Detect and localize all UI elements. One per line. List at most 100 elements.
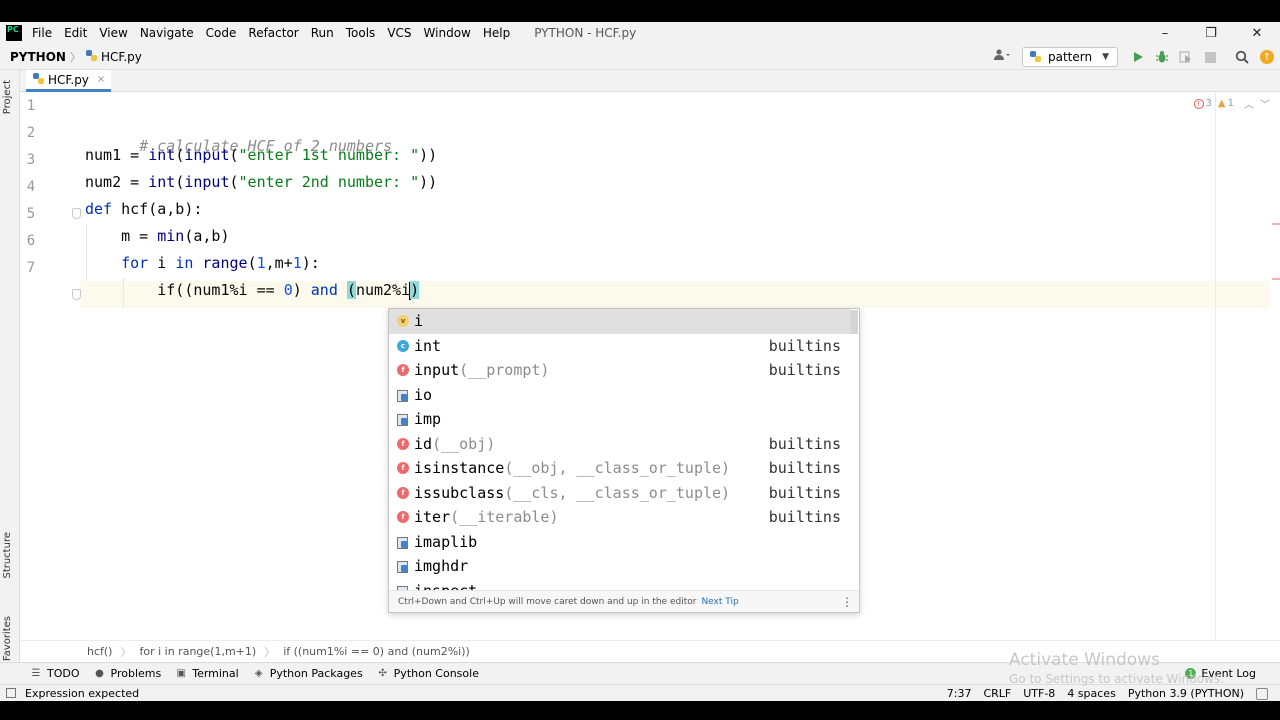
error-stripe-mark[interactable] xyxy=(1272,223,1280,225)
completion-item[interactable]: f isinstance (__obj, __class_or_tuple) bu… xyxy=(389,456,851,481)
menu-code[interactable]: Code xyxy=(206,26,237,40)
completion-type: builtins xyxy=(768,361,841,380)
completion-item[interactable]: f input (__prompt) builtins xyxy=(389,358,851,383)
run-button[interactable] xyxy=(1126,45,1150,69)
left-tool-stripe: Project Structure Favorites xyxy=(0,70,20,685)
string-token: "enter 2nd number: " xyxy=(238,173,420,191)
python-interpreter[interactable]: Python 3.9 (PYTHON) xyxy=(1128,687,1244,700)
completion-item[interactable]: imaplib xyxy=(389,530,851,555)
completion-item[interactable]: v i xyxy=(389,309,851,334)
keyword-token: in xyxy=(175,254,194,272)
menu-window[interactable]: Window xyxy=(424,26,471,40)
packages-icon: ◈ xyxy=(254,668,263,679)
menu-file[interactable]: File xyxy=(32,26,52,40)
file-encoding[interactable]: UTF-8 xyxy=(1023,687,1055,700)
code-token: input xyxy=(184,146,230,164)
keyword-token: def xyxy=(85,200,113,218)
menu-edit[interactable]: Edit xyxy=(64,26,87,40)
favorites-tool-tab[interactable]: Favorites xyxy=(2,616,13,661)
update-icon[interactable]: ↑ xyxy=(1260,50,1274,64)
fold-marker-icon[interactable] xyxy=(72,289,81,300)
completion-type: builtins xyxy=(768,508,841,527)
completion-signature: (__cls, __class_or_tuple) xyxy=(504,483,731,502)
nav-project[interactable]: PYTHON xyxy=(10,50,66,64)
module-icon xyxy=(397,560,409,574)
python-packages-tool-button[interactable]: ◈ Python Packages xyxy=(253,667,363,680)
status-toggle-icon[interactable] xyxy=(6,688,16,698)
code-token: ,m+ xyxy=(265,254,293,272)
error-icon: ! xyxy=(1193,98,1204,109)
code-token: num1 = xyxy=(85,146,149,164)
popup-scrollbar[interactable] xyxy=(850,310,858,334)
completion-name: input xyxy=(414,361,460,380)
completion-item[interactable]: c int builtins xyxy=(389,334,851,359)
completion-item[interactable]: f issubclass (__cls, __class_or_tuple) bu… xyxy=(389,481,851,506)
line-number: 2 xyxy=(26,125,36,141)
menu-view[interactable]: View xyxy=(99,26,127,40)
completion-item[interactable]: imghdr xyxy=(389,554,851,579)
menu-tools[interactable]: Tools xyxy=(346,26,376,40)
breadcrumb-item[interactable]: hcf() xyxy=(87,645,112,658)
string-token: "enter 1st number: " xyxy=(238,146,420,164)
nav-file[interactable]: HCF.py xyxy=(101,50,142,64)
close-window-button[interactable]: ✕ xyxy=(1234,22,1280,44)
completion-name: issubclass xyxy=(414,483,505,502)
completion-name: isinstance xyxy=(414,459,505,478)
breadcrumb-item[interactable]: if ((num1%i == 0) and (num2%i)) xyxy=(283,645,470,658)
completion-item[interactable]: io xyxy=(389,383,851,408)
restore-button[interactable]: ❐ xyxy=(1188,22,1234,44)
menu-run[interactable]: Run xyxy=(311,26,334,40)
stop-button[interactable] xyxy=(1198,45,1222,69)
chevron-down-icon[interactable]: ﹀ xyxy=(1260,96,1270,111)
list-icon: ☰ xyxy=(31,668,41,679)
menu-help[interactable]: Help xyxy=(483,26,510,40)
chevron-up-icon[interactable]: ︿ xyxy=(1244,96,1254,111)
menu-vcs[interactable]: VCS xyxy=(387,26,411,40)
todo-tool-button[interactable]: ☰ TODO xyxy=(30,667,80,680)
code-token: (a,b) xyxy=(184,227,230,245)
breadcrumb-item[interactable]: for i in range(1,m+1) xyxy=(139,645,256,658)
tab-label: HCF.py xyxy=(48,72,89,87)
run-with-coverage-icon[interactable] xyxy=(1174,45,1198,69)
code-line-4: def hcf(a,b): xyxy=(85,200,202,227)
code-line-3: num2 = int(input("enter 2nd number: ")) xyxy=(85,173,437,200)
lock-icon[interactable] xyxy=(1256,687,1268,700)
completion-item[interactable]: f iter (__iterable) builtins xyxy=(389,505,851,530)
tab-hcf-py[interactable]: HCF.py × xyxy=(26,70,112,92)
run-configuration-select[interactable]: pattern ▼ xyxy=(1021,47,1118,67)
minimize-button[interactable]: – xyxy=(1142,22,1188,44)
more-options-icon[interactable]: ⋮ xyxy=(841,595,853,609)
warning-icon: ▲ xyxy=(1217,98,1226,109)
line-number: 4 xyxy=(26,179,36,195)
event-log-button[interactable]: 1 Event Log xyxy=(1185,667,1256,680)
code-line-2: num1 = int(input("enter 1st number: ")) xyxy=(85,146,437,173)
user-icon[interactable] xyxy=(988,49,1016,65)
module-icon xyxy=(397,389,409,402)
search-icon[interactable] xyxy=(1230,45,1254,69)
structure-tool-tab[interactable]: Structure xyxy=(2,532,13,579)
debug-button[interactable] xyxy=(1150,45,1174,69)
python-console-tool-button[interactable]: ✣ Python Console xyxy=(377,667,479,680)
indent-setting[interactable]: 4 spaces xyxy=(1067,687,1116,700)
status-bar: Expression expected 7:37 CRLF UTF-8 4 sp… xyxy=(0,684,1280,701)
line-separator[interactable]: CRLF xyxy=(983,687,1011,700)
code-token: )) xyxy=(419,173,438,191)
next-tip-link[interactable]: Next Tip xyxy=(701,597,738,607)
tool-label: Terminal xyxy=(192,667,239,680)
chevron-down-icon: ▼ xyxy=(1102,52,1109,62)
code-line-1: # calculate HCF of 2 numbers xyxy=(85,119,392,155)
menu-refactor[interactable]: Refactor xyxy=(248,26,298,40)
fold-marker-icon[interactable] xyxy=(72,208,81,219)
menu-navigate[interactable]: Navigate xyxy=(140,26,194,40)
caret-position[interactable]: 7:37 xyxy=(947,687,972,700)
completion-name: imghdr xyxy=(414,557,469,576)
completion-item[interactable]: imp xyxy=(389,407,851,432)
completion-item[interactable]: f id (__obj) builtins xyxy=(389,432,851,457)
error-stripe-mark[interactable] xyxy=(1272,278,1280,280)
terminal-tool-button[interactable]: ▣ Terminal xyxy=(175,667,239,680)
nav-toolbar: pattern ▼ ↑ xyxy=(988,44,1280,70)
inspection-widget[interactable]: ! 3 ▲ 1 ︿ ﹀ xyxy=(1193,96,1270,111)
close-tab-icon[interactable]: × xyxy=(97,74,105,85)
problems-tool-button[interactable]: ● Problems xyxy=(94,667,161,680)
project-tool-tab[interactable]: Project xyxy=(2,80,13,114)
